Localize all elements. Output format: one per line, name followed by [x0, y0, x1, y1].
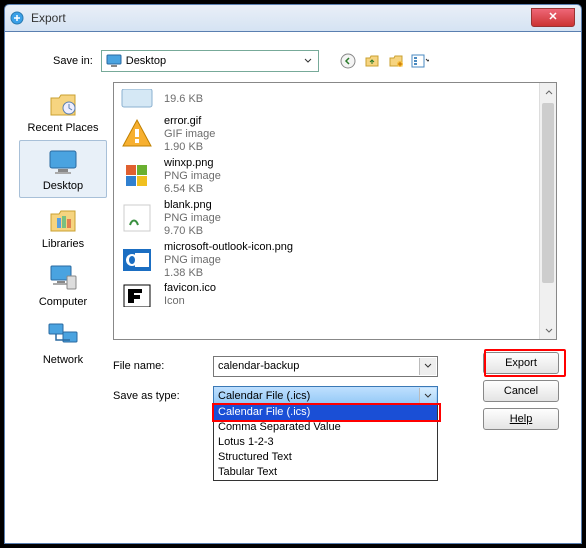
place-network[interactable]: Network — [19, 314, 107, 372]
savein-dropdown[interactable]: Desktop — [101, 50, 319, 72]
file-type: PNG image — [164, 254, 293, 267]
place-computer[interactable]: Computer — [19, 256, 107, 314]
file-name: winxp.png — [164, 157, 221, 170]
place-label: Desktop — [43, 180, 83, 192]
desktop-place-icon — [47, 146, 79, 178]
view-menu-icon[interactable] — [411, 52, 429, 70]
place-desktop[interactable]: Desktop — [19, 140, 107, 198]
scrollbar[interactable] — [539, 83, 556, 339]
type-option[interactable]: Tabular Text — [214, 465, 437, 480]
file-name: error.gif — [164, 115, 215, 128]
file-size: 1.90 KB — [164, 141, 215, 154]
file-type: PNG image — [164, 212, 221, 225]
export-button[interactable]: Export — [483, 352, 559, 374]
file-size: 6.54 KB — [164, 183, 221, 196]
file-row[interactable]: microsoft-outlook-icon.pngPNG image1.38 … — [120, 239, 550, 281]
savein-value: Desktop — [126, 55, 166, 67]
desktop-icon — [106, 53, 122, 69]
file-row[interactable]: winxp.pngPNG image6.54 KB — [120, 155, 550, 197]
file-type: Icon — [164, 295, 216, 308]
blank-icon — [120, 201, 154, 235]
window-title: Export — [31, 11, 66, 25]
file-name: favicon.ico — [164, 282, 216, 295]
libraries-icon — [47, 204, 79, 236]
chevron-down-icon — [300, 53, 316, 69]
network-icon — [47, 320, 79, 352]
computer-icon — [47, 262, 79, 294]
type-option[interactable]: Structured Text — [214, 450, 437, 465]
type-option[interactable]: Comma Separated Value — [214, 420, 437, 435]
type-option[interactable]: Lotus 1-2-3 — [214, 435, 437, 450]
up-folder-icon[interactable] — [363, 52, 381, 70]
saveastype-value: Calendar File (.ics) — [218, 390, 310, 402]
titlebar[interactable]: Export ✕ — [4, 4, 582, 32]
back-icon[interactable] — [339, 52, 357, 70]
scroll-thumb[interactable] — [542, 103, 554, 283]
cancel-button[interactable]: Cancel — [483, 380, 559, 402]
place-label: Computer — [39, 296, 87, 308]
file-icon — [120, 82, 154, 116]
file-row[interactable]: favicon.icoIcon — [120, 281, 550, 309]
new-folder-icon[interactable] — [387, 52, 405, 70]
file-size: 1.38 KB — [164, 267, 293, 280]
file-list[interactable]: 19.6 KB error.gifGIF image1.90 KB winxp.… — [113, 82, 557, 340]
file-size: 19.6 KB — [164, 93, 203, 106]
filename-input[interactable]: calendar-backup — [213, 356, 438, 377]
favicon-icon — [120, 278, 154, 312]
file-type: PNG image — [164, 170, 221, 183]
filename-label: File name: — [113, 360, 213, 372]
places-bar: Recent Places Desktop Libraries Computer… — [19, 82, 107, 527]
savein-label: Save in: — [53, 55, 93, 67]
place-libraries[interactable]: Libraries — [19, 198, 107, 256]
winflag-icon — [120, 159, 154, 193]
file-row[interactable]: 19.6 KB — [120, 85, 550, 113]
chevron-down-icon[interactable] — [419, 358, 436, 375]
help-button[interactable]: Help — [483, 408, 559, 430]
warning-icon — [120, 117, 154, 151]
file-name: microsoft-outlook-icon.png — [164, 241, 293, 254]
recent-places-icon — [47, 88, 79, 120]
app-icon — [9, 10, 25, 26]
close-button[interactable]: ✕ — [531, 8, 575, 27]
saveastype-label: Save as type: — [113, 390, 213, 402]
file-row[interactable]: blank.pngPNG image9.70 KB — [120, 197, 550, 239]
outlook-icon — [120, 243, 154, 277]
file-row[interactable]: error.gifGIF image1.90 KB — [120, 113, 550, 155]
file-name: blank.png — [164, 199, 221, 212]
scroll-down-icon[interactable] — [540, 322, 557, 339]
saveastype-options[interactable]: Calendar File (.ics) Comma Separated Val… — [213, 404, 438, 481]
place-label: Network — [43, 354, 83, 366]
place-label: Recent Places — [28, 122, 99, 134]
file-size: 9.70 KB — [164, 225, 221, 238]
chevron-down-icon[interactable] — [419, 388, 436, 405]
place-recent[interactable]: Recent Places — [19, 82, 107, 140]
scroll-up-icon[interactable] — [540, 83, 557, 100]
export-dialog: Export ✕ Save in: Desktop — [4, 4, 582, 544]
file-type: GIF image — [164, 128, 215, 141]
filename-value: calendar-backup — [218, 360, 299, 372]
type-option[interactable]: Calendar File (.ics) — [214, 405, 437, 420]
place-label: Libraries — [42, 238, 84, 250]
